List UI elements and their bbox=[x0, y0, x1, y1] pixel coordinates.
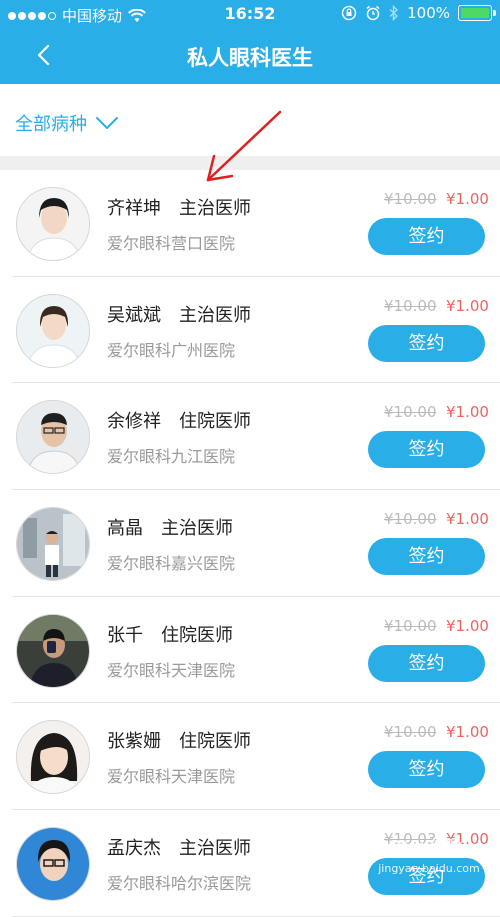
doctor-name: 吴斌斌 bbox=[107, 304, 161, 326]
discount-price: ¥1.00 bbox=[446, 510, 489, 529]
bluetooth-icon bbox=[389, 5, 399, 21]
rotation-lock-icon bbox=[341, 5, 357, 21]
discount-price: ¥1.00 bbox=[446, 616, 489, 635]
doctor-hospital: 爱尔眼科哈尔滨医院 bbox=[107, 874, 252, 894]
doctor-title: 住院医师 bbox=[179, 411, 251, 433]
doctor-name: 齐祥坤 bbox=[107, 198, 161, 219]
doctor-avatar bbox=[16, 507, 90, 582]
doctor-row[interactable]: 高晶 主治医师 爱尔眼科嘉兴医院 ¥10.00 ¥1.00 签约 bbox=[12, 490, 500, 597]
original-price: ¥10.00 bbox=[384, 510, 437, 529]
doctor-name: 余修祥 bbox=[107, 411, 161, 433]
doctor-title: 主治医师 bbox=[179, 198, 251, 219]
doctor-hospital: 爱尔眼科天津医院 bbox=[107, 660, 236, 680]
page-title: 私人眼科医生 bbox=[187, 46, 313, 70]
section-divider bbox=[0, 156, 500, 170]
doctor-avatar bbox=[16, 613, 90, 688]
doctor-avatar bbox=[16, 293, 90, 368]
doctor-title: 主治医师 bbox=[179, 838, 251, 860]
doctor-hospital: 爱尔眼科营口医院 bbox=[107, 234, 236, 253]
doctor-hospital: 爱尔眼科九江医院 bbox=[107, 447, 236, 467]
disease-filter-label: 全部病种 bbox=[15, 114, 87, 135]
doctor-name: 张千 bbox=[107, 624, 143, 646]
doctor-title: 主治医师 bbox=[161, 518, 233, 540]
doctor-name-line: 吴斌斌 主治医师 bbox=[107, 301, 251, 327]
doctor-row[interactable]: 张紫姗 住院医师 爱尔眼科天津医院 ¥10.00 ¥1.00 签约 bbox=[12, 703, 500, 811]
nav-bar: 私人眼科医生 bbox=[0, 28, 500, 84]
alarm-icon bbox=[366, 5, 380, 21]
doctor-avatar bbox=[16, 187, 90, 261]
doctor-title: 主治医师 bbox=[179, 304, 251, 326]
doctor-avatar bbox=[16, 827, 90, 902]
doctor-name-line: 孟庆杰 主治医师 bbox=[107, 834, 251, 860]
doctor-row[interactable]: 张千 住院医师 爱尔眼科天津医院 ¥10.00 ¥1.00 签约 bbox=[12, 597, 500, 704]
doctor-name-line: 齐祥坤 主治医师 bbox=[107, 194, 251, 220]
status-right: 100% bbox=[341, 4, 496, 22]
doctor-name: 张紫姗 bbox=[107, 731, 161, 753]
watermark-line1: Bai 经验 bbox=[395, 837, 463, 856]
sign-button[interactable]: 签约 bbox=[368, 751, 485, 789]
doctor-name-line: 余修祥 住院医师 bbox=[107, 407, 251, 433]
disease-filter-dropdown[interactable]: 全部病种 bbox=[15, 110, 119, 136]
original-price: ¥10.00 bbox=[384, 616, 437, 635]
doctor-name: 高晶 bbox=[107, 518, 143, 540]
doctor-name-line: 高晶 主治医师 bbox=[107, 514, 233, 540]
battery-icon bbox=[458, 5, 496, 21]
doctor-avatar bbox=[16, 720, 90, 795]
doctor-avatar bbox=[16, 400, 90, 475]
doctor-name: 孟庆杰 bbox=[107, 838, 161, 860]
discount-price: ¥1.00 bbox=[446, 723, 489, 742]
doctor-hospital: 爱尔眼科广州医院 bbox=[107, 340, 236, 360]
doctor-row[interactable]: 余修祥 住院医师 爱尔眼科九江医院 ¥10.00 ¥1.00 签约 bbox=[12, 383, 500, 491]
doctor-row[interactable]: 齐祥坤 主治医师 爱尔眼科营口医院 ¥10.00 ¥1.00 签约 bbox=[12, 170, 500, 277]
sign-button[interactable]: 签约 bbox=[368, 644, 485, 682]
status-bar: 中国移动 16:52 100% bbox=[0, 0, 500, 28]
doctor-name-line: 张千 住院医师 bbox=[107, 621, 233, 647]
discount-price: ¥1.00 bbox=[446, 296, 489, 315]
filter-bar: 全部病种 bbox=[0, 84, 500, 156]
sign-button[interactable]: 签约 bbox=[368, 538, 485, 576]
discount-price: ¥1.00 bbox=[446, 403, 489, 422]
sign-button[interactable]: 签约 bbox=[368, 324, 485, 362]
doctor-title: 住院医师 bbox=[179, 731, 251, 753]
doctor-hospital: 爱尔眼科天津医院 bbox=[107, 767, 236, 787]
doctor-hospital: 爱尔眼科嘉兴医院 bbox=[107, 554, 236, 574]
doctor-row[interactable]: 吴斌斌 主治医师 爱尔眼科广州医院 ¥10.00 ¥1.00 签约 bbox=[12, 277, 500, 384]
doctor-title: 住院医师 bbox=[161, 624, 233, 646]
original-price: ¥10.00 bbox=[384, 190, 437, 208]
original-price: ¥10.00 bbox=[384, 723, 437, 742]
sign-button[interactable]: 签约 bbox=[368, 431, 485, 469]
watermark-line2: jingyan.baidu.com bbox=[378, 862, 480, 875]
doctor-list: 齐祥坤 主治医师 爱尔眼科营口医院 ¥10.00 ¥1.00 签约 吴斌斌 主治医师… bbox=[0, 170, 500, 917]
battery-percent: 100% bbox=[407, 4, 450, 22]
original-price: ¥10.00 bbox=[384, 296, 437, 315]
discount-price: ¥1.00 bbox=[446, 190, 489, 208]
original-price: ¥10.00 bbox=[384, 403, 437, 422]
sign-button[interactable]: 签约 bbox=[368, 218, 485, 255]
doctor-name-line: 张紫姗 住院医师 bbox=[107, 727, 251, 753]
watermark: Bai 经验 jingyan.baidu.com bbox=[370, 836, 488, 880]
chevron-down-icon bbox=[96, 117, 118, 129]
